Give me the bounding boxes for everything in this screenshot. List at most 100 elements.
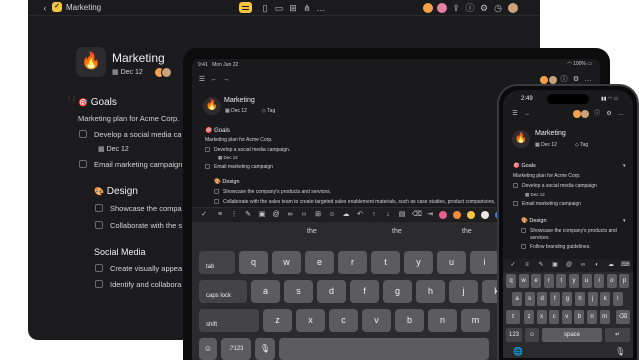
key-n[interactable]: n — [587, 310, 597, 324]
key-e[interactable]: e — [305, 251, 334, 274]
key-d[interactable]: d — [317, 280, 346, 303]
page-date[interactable]: ▦ Dec 12 — [225, 108, 247, 114]
cloud-icon[interactable]: ☁ — [607, 261, 615, 269]
goals-heading[interactable]: 🎯 Goals — [205, 127, 230, 134]
yellow-color-swatch[interactable] — [467, 211, 475, 219]
task-checkbox[interactable] — [513, 183, 518, 188]
keyboard-dismiss-icon[interactable]: ⌨ — [621, 261, 630, 269]
task-checkbox[interactable] — [521, 228, 526, 233]
key-i[interactable]: i — [594, 274, 605, 288]
key-g[interactable]: g — [562, 292, 573, 306]
task-text[interactable]: Develop a social media campaign. — [214, 147, 290, 153]
forward-arrow-icon[interactable]: → — [222, 76, 230, 84]
numbers-key[interactable]: .?123 — [221, 338, 251, 360]
page-title[interactable]: Marketing — [535, 130, 566, 137]
key-u[interactable]: u — [437, 251, 466, 274]
layout-icon[interactable]: ▯ — [260, 3, 270, 13]
key-j[interactable]: j — [449, 280, 478, 303]
design-heading[interactable]: 🎨 Design — [214, 179, 240, 185]
more-icon[interactable]: … — [316, 3, 326, 13]
tag-chip[interactable]: ◇ Tag — [262, 108, 275, 114]
key-a[interactable]: a — [251, 280, 280, 303]
space-key[interactable] — [279, 338, 489, 360]
more-icon[interactable]: … — [584, 76, 592, 84]
page-date[interactable]: ▦ Dec 12 — [535, 142, 557, 148]
info-icon[interactable]: ⓘ — [593, 110, 601, 118]
task-checkbox[interactable] — [95, 221, 103, 229]
microphone-icon[interactable]: 🎙 — [615, 347, 625, 356]
key-u[interactable]: u — [581, 274, 592, 288]
code-icon[interactable]: ‹› — [300, 211, 308, 219]
checklist-icon[interactable]: ✓ — [200, 211, 208, 219]
task-text[interactable]: Identify and collabora — [110, 280, 181, 289]
key-d[interactable]: d — [537, 292, 548, 306]
collapse-icon[interactable]: ▾ — [623, 218, 626, 224]
tag-chip[interactable]: ◇ Tag — [575, 142, 588, 148]
history-icon[interactable]: ◷ — [493, 3, 503, 13]
key-q[interactable]: q — [239, 251, 268, 274]
at-icon[interactable]: @ — [565, 261, 573, 269]
undo-icon[interactable]: ↶ — [356, 211, 364, 219]
key-z[interactable]: z — [263, 309, 292, 332]
key-b[interactable]: b — [574, 310, 585, 324]
numbered-list-icon[interactable]: ⋮ — [230, 211, 238, 219]
key-z[interactable]: z — [524, 310, 534, 324]
collaborator-avatar[interactable] — [573, 110, 581, 118]
key-a[interactable]: a — [512, 292, 522, 306]
key-p[interactable]: p — [619, 274, 630, 288]
clipboard-icon[interactable]: ▤ — [398, 211, 406, 219]
goals-heading[interactable]: 🎯 Goals — [78, 97, 117, 108]
task-text[interactable]: Showcase the compa — [110, 204, 182, 213]
caps-lock-key[interactable]: caps lock — [199, 280, 247, 303]
collaborator-avatar[interactable] — [581, 110, 589, 118]
design-heading[interactable]: 🎨 Design — [94, 186, 138, 197]
return-key[interactable]: ↵ — [605, 328, 630, 342]
down-icon[interactable]: ↓ — [384, 211, 392, 219]
task-date[interactable]: ▦ Dec 12 — [218, 155, 238, 161]
pen-icon[interactable]: ✎ — [244, 211, 252, 219]
key-m[interactable]: m — [599, 310, 610, 324]
design-heading[interactable]: 🎨 Design — [521, 218, 547, 224]
shift-key[interactable]: ⇧ — [506, 310, 520, 324]
task-date[interactable]: ▦ Dec 12 — [525, 192, 545, 198]
globe-icon[interactable]: 🌐 — [513, 347, 523, 356]
forward-arrow-icon[interactable]: → — [523, 110, 531, 118]
task-text[interactable]: Develop a social media ca — [94, 130, 182, 139]
pink-color-swatch[interactable] — [439, 211, 447, 219]
key-t[interactable]: t — [371, 251, 400, 274]
key-e[interactable]: e — [531, 274, 542, 288]
task-text[interactable]: Showcase the company's products and — [530, 228, 617, 234]
settings-icon[interactable]: ⚙ — [605, 110, 613, 118]
more-icon[interactable]: … — [617, 110, 625, 118]
task-checkbox[interactable] — [205, 147, 210, 152]
social-media-heading[interactable]: Social Media — [94, 247, 146, 257]
collaborator-avatar[interactable] — [549, 76, 557, 84]
key-h[interactable]: h — [575, 292, 585, 306]
image-icon[interactable]: ▣ — [258, 211, 266, 219]
key-m[interactable]: m — [461, 309, 490, 332]
page-title[interactable]: Marketing — [224, 97, 255, 104]
key-s[interactable]: s — [284, 280, 313, 303]
mode-toggle-button[interactable] — [239, 2, 252, 13]
list-icon[interactable]: ≡ — [523, 261, 531, 269]
plan-text[interactable]: Marketing plan for Acme Corp. — [205, 137, 273, 143]
color-icon[interactable]: ◐ — [593, 261, 601, 269]
shift-key[interactable]: shift — [199, 309, 259, 332]
checklist-icon[interactable]: ✓ — [509, 261, 517, 269]
numbers-key[interactable]: 123 — [506, 328, 522, 342]
key-q[interactable]: q — [506, 274, 516, 288]
page-date[interactable]: ▦ Dec 12 — [112, 68, 143, 76]
indent-icon[interactable]: ⇥ — [426, 211, 434, 219]
key-x[interactable]: x — [296, 309, 325, 332]
suggestion[interactable]: the — [307, 228, 317, 235]
back-icon[interactable]: ‹ — [40, 3, 50, 13]
task-checkbox[interactable] — [521, 244, 526, 249]
up-icon[interactable]: ↑ — [370, 211, 378, 219]
microphone-icon[interactable]: 🎙 — [255, 338, 275, 360]
info-icon[interactable]: ⓘ — [465, 3, 475, 13]
task-text[interactable]: Email marketing campaign — [94, 160, 182, 169]
task-text-continued[interactable]: services. — [530, 235, 550, 241]
collaborator-avatar[interactable] — [437, 3, 447, 13]
task-text[interactable]: Email marketing campaign — [214, 164, 273, 170]
goals-heading[interactable]: 🎯 Goals — [513, 163, 536, 169]
